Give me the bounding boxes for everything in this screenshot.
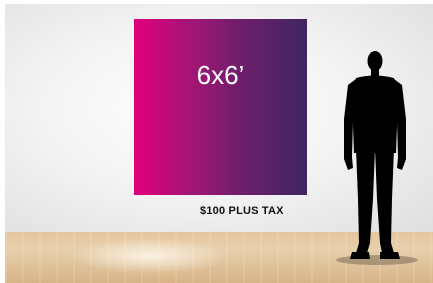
person-silhouette-icon <box>344 51 406 259</box>
price-label: $100 PLUS TAX <box>200 205 284 217</box>
banner-size-label: 6x6’ <box>196 60 245 90</box>
display-scene: 6x6’ $100 PLUS TAX <box>0 0 433 283</box>
banner-sign <box>134 19 307 195</box>
floor-light-reflection <box>70 238 230 274</box>
